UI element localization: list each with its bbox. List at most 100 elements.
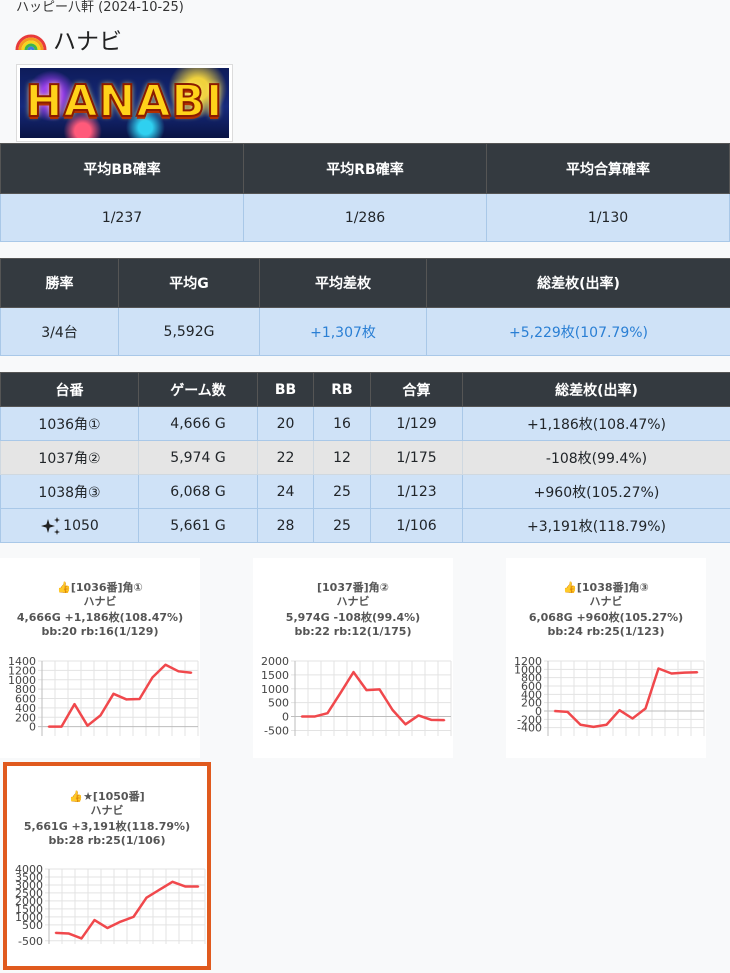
store-date: ハッピー八軒 (2024-10-25) [16, 0, 184, 15]
table-row[interactable]: 1050 5,661 G 28 25 1/106 +3,191枚(118.79%… [0, 508, 730, 543]
avg-total-value: 1/130 [486, 193, 730, 242]
diff: +3,191枚(118.79%) [462, 508, 730, 543]
machine-no-cell[interactable]: 1050 [0, 508, 139, 543]
data-point [592, 726, 595, 728]
total-prob: 1/106 [370, 508, 463, 543]
data-point [339, 692, 342, 694]
slump-chart: 1400120010008006004002000 [8, 655, 199, 736]
games: 5,974 G [138, 440, 258, 475]
data-point [683, 671, 686, 674]
data-point [151, 676, 154, 679]
data-point [566, 711, 569, 713]
bb-count: 22 [257, 440, 314, 475]
data-point [618, 709, 621, 711]
data-point [190, 671, 193, 674]
header-avg-rb: 平均RB確率 [243, 143, 487, 194]
avg-rb-value: 1/286 [243, 193, 487, 242]
data-point [605, 723, 608, 726]
table-row[interactable]: 1038角③ 6,068 G 24 25 1/123 +960枚(105.27%… [0, 474, 730, 509]
selected-card-highlight [3, 762, 211, 970]
rainbow-icon [15, 34, 47, 51]
total-prob: 1/123 [370, 474, 463, 509]
y-tick-label: 1000 [261, 683, 289, 696]
data-point [73, 703, 76, 705]
diff: +1,186枚(108.47%) [462, 406, 730, 441]
machine-table: 台番 ゲーム数 BB RB 合算 総差枚(出率) 1036角① 4,666 G … [0, 372, 730, 543]
data-point [300, 715, 303, 718]
diff: +960枚(105.27%) [462, 474, 730, 509]
data-point [631, 717, 634, 720]
sparkles-icon [41, 516, 61, 535]
probability-summary-table: 平均BB確率 平均RB確率 平均合算確率 1/237 1/286 1/130 [0, 143, 730, 242]
y-tick-label: 1500 [261, 669, 289, 682]
data-point [430, 719, 433, 721]
y-tick-label: -500 [264, 724, 289, 737]
data-point [326, 712, 329, 715]
result-summary-table: 勝率 平均G 平均差枚 総差枚(出率) 3/4台 5,592G +1,307枚 … [0, 258, 730, 356]
slump-chart: 2000150010005000-500 [261, 655, 452, 737]
machine-no[interactable]: 1037角② [0, 440, 139, 475]
games: 5,661 G [138, 508, 258, 543]
col-machine-no: 台番 [0, 372, 139, 407]
total-diff-value: +5,229枚(107.79%) [426, 307, 730, 356]
col-total-diff: 総差枚(出率) [462, 372, 730, 407]
machine-banner-image: HANABI [16, 64, 233, 142]
rb-count: 16 [313, 406, 371, 441]
data-point [138, 698, 141, 700]
header-win-rate: 勝率 [0, 258, 119, 308]
header-avg-total: 平均合算確率 [486, 143, 730, 194]
chart-card-1037[interactable]: [1037番]角② ハナビ 5,974G -108枚(99.4%) bb:22 … [253, 558, 453, 758]
chart-card-1038[interactable]: 👍[1038番]角③ ハナビ 6,068G +960枚(105.27%) bb:… [506, 558, 706, 758]
data-point [417, 714, 420, 717]
slump-chart: 120010008006004002000-200-400 [514, 655, 705, 736]
data-point [60, 725, 63, 728]
bb-count: 28 [257, 508, 314, 543]
table-row[interactable]: 1037角② 5,974 G 22 12 1/175 -108枚(99.4%) [0, 440, 730, 475]
y-tick-label: 0 [282, 711, 289, 724]
data-point [164, 663, 167, 666]
bb-count: 24 [257, 474, 314, 509]
data-point [352, 671, 355, 673]
banner-logo-text: HANABI [25, 75, 224, 128]
y-tick-label: -400 [517, 722, 542, 735]
avg-games-value: 5,592G [118, 307, 260, 356]
games: 6,068 G [138, 474, 258, 509]
data-point [177, 670, 180, 673]
data-point [112, 693, 115, 695]
col-games: ゲーム数 [138, 372, 258, 407]
data-point [365, 689, 368, 691]
y-tick-label: 0 [29, 721, 36, 734]
data-point [443, 719, 446, 721]
data-point [579, 723, 582, 726]
total-prob: 1/129 [370, 406, 463, 441]
machine-no[interactable]: 1038角③ [0, 474, 139, 509]
machine-no[interactable]: 1036角① [0, 406, 139, 441]
page-title-row: ハナビ [15, 22, 122, 56]
rb-count: 12 [313, 440, 371, 475]
table-row[interactable]: 1036角① 4,666 G 20 16 1/129 +1,186枚(108.4… [0, 406, 730, 441]
data-point [696, 671, 699, 674]
data-point [644, 707, 647, 710]
avg-bb-value: 1/237 [0, 193, 244, 242]
header-avg-diff: 平均差枚 [259, 258, 427, 308]
col-bb: BB [257, 372, 314, 407]
avg-diff-value: +1,307枚 [259, 307, 427, 356]
y-tick-label: 2000 [261, 655, 289, 668]
diff: -108枚(99.4%) [462, 440, 730, 475]
col-rb: RB [313, 372, 371, 407]
data-point [553, 710, 556, 712]
data-point [125, 698, 128, 701]
win-rate-value: 3/4台 [0, 307, 119, 356]
data-point [670, 672, 673, 675]
games: 4,666 G [138, 406, 258, 441]
header-avg-bb: 平均BB確率 [0, 143, 244, 194]
data-point [657, 667, 660, 670]
rb-count: 25 [313, 474, 371, 509]
header-avg-games: 平均G [118, 258, 260, 308]
bb-count: 20 [257, 406, 314, 441]
data-point [378, 688, 381, 691]
header-total-diff: 総差枚(出率) [426, 258, 730, 308]
col-total: 合算 [370, 372, 463, 407]
data-point [313, 715, 316, 718]
chart-card-1036[interactable]: 👍[1036番]角① ハナビ 4,666G +1,186枚(108.47%) b… [0, 558, 200, 758]
